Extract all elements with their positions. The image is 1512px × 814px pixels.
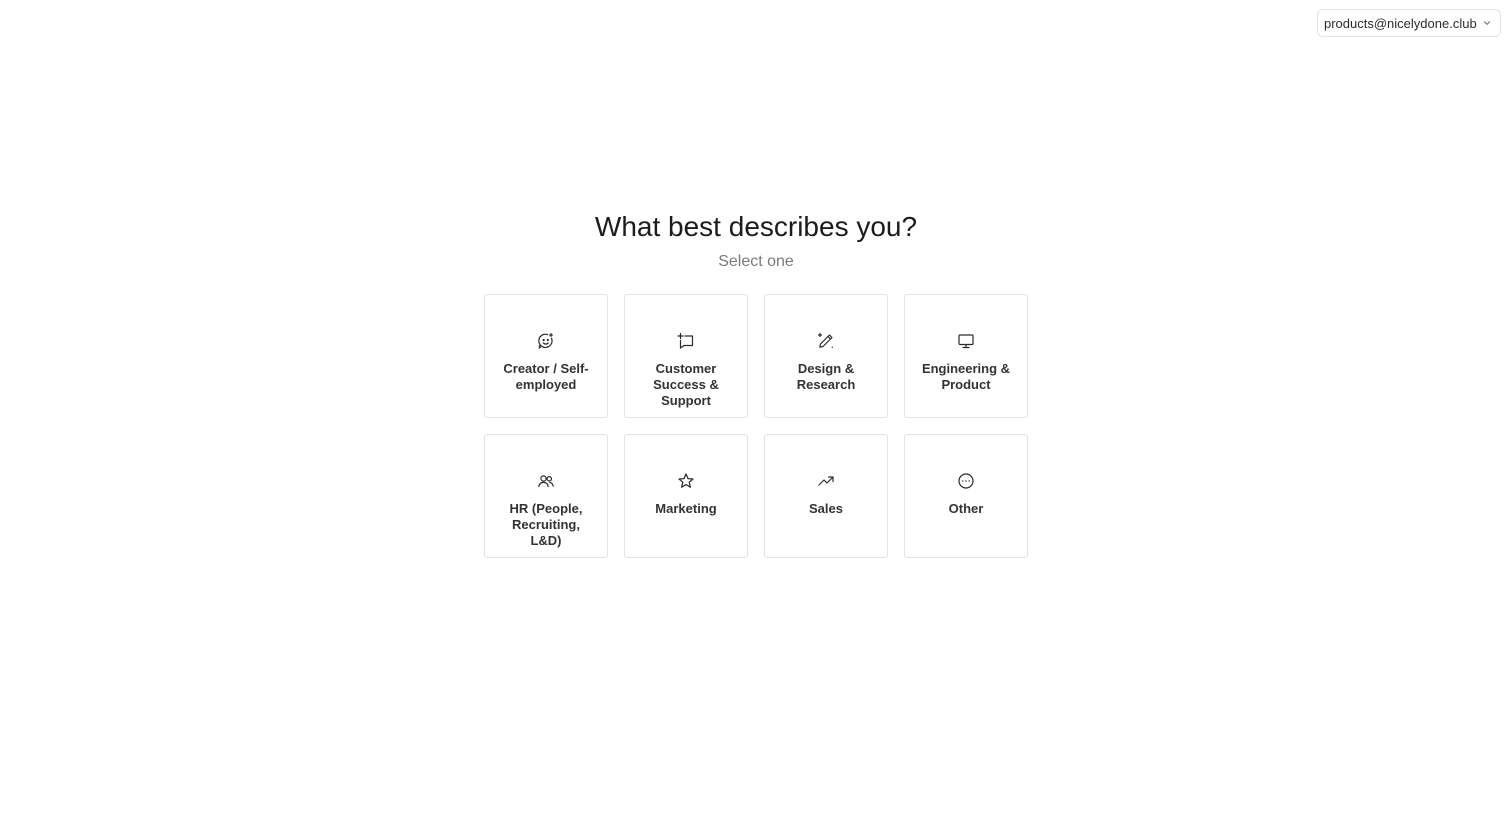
page-title: What best describes you?: [594, 211, 918, 242]
option-creator-self-employed[interactable]: Creator / Self-employed: [484, 294, 608, 418]
account-email: products@nicelydone.club: [1324, 15, 1477, 31]
option-other[interactable]: Other: [904, 434, 1028, 558]
pen-sparkle-icon: [817, 332, 835, 350]
option-label: Marketing: [655, 501, 717, 516]
option-label: HR (People, Recruiting, L&D): [509, 501, 583, 548]
role-options-grid: Creator / Self-employed Customer Success…: [484, 294, 1028, 558]
account-switcher[interactable]: products@nicelydone.club: [1317, 9, 1501, 37]
option-marketing[interactable]: Marketing: [624, 434, 748, 558]
option-customer-success[interactable]: Customer Success & Support: [624, 294, 748, 418]
option-engineering-product[interactable]: Engineering & Product: [904, 294, 1028, 418]
option-label: Engineering & Product: [921, 361, 1011, 392]
chevron-down-icon: [1482, 18, 1492, 28]
option-label: Creator / Self-employed: [503, 361, 589, 392]
option-label: Other: [948, 501, 984, 516]
users-icon: [537, 472, 555, 490]
trending-up-icon: [817, 472, 835, 490]
monitor-icon: [957, 332, 975, 350]
star-icon: [677, 472, 695, 490]
page-subtitle: Select one: [718, 253, 794, 270]
option-label: Customer Success & Support: [653, 361, 719, 408]
option-sales[interactable]: Sales: [764, 434, 888, 558]
option-label: Design & Research: [796, 361, 856, 392]
more-circle-icon: [957, 472, 975, 490]
option-label: Sales: [809, 501, 843, 516]
message-plus-icon: [677, 332, 695, 350]
smile-sparkle-icon: [537, 332, 555, 350]
option-hr[interactable]: HR (People, Recruiting, L&D): [484, 434, 608, 558]
option-design-research[interactable]: Design & Research: [764, 294, 888, 418]
